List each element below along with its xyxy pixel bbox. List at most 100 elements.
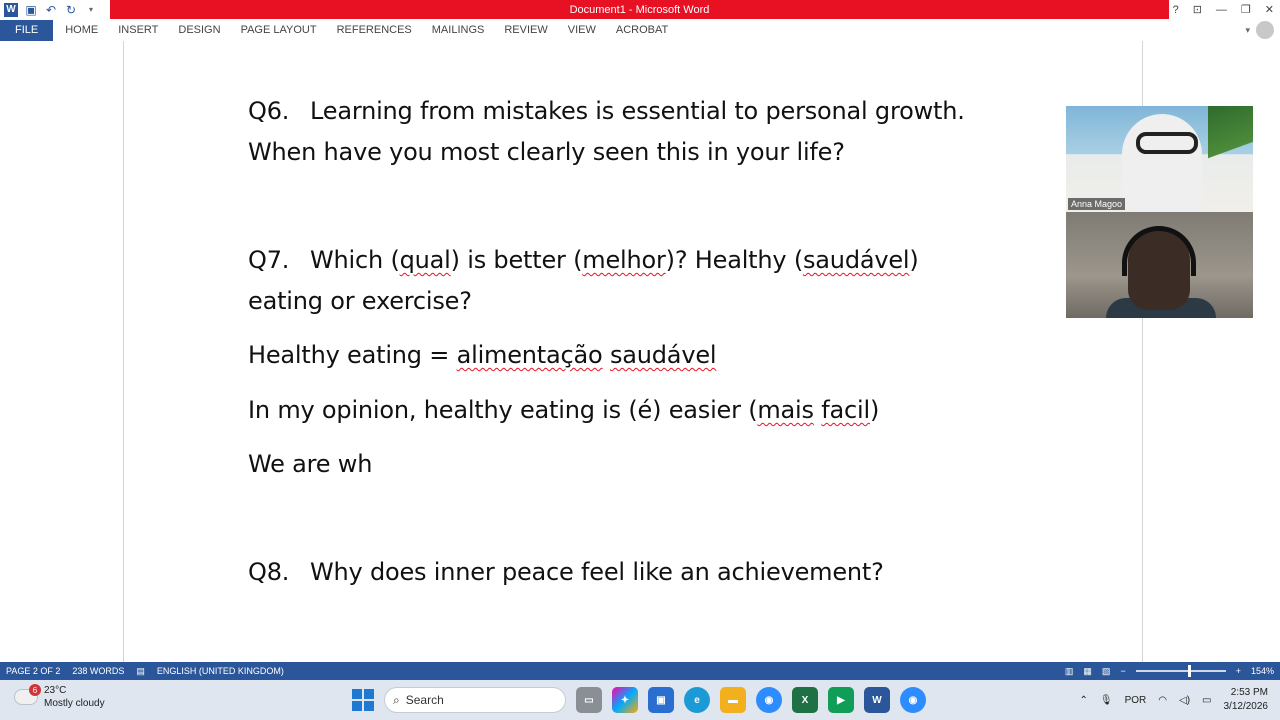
misspelled-word[interactable]: facil	[821, 396, 870, 424]
tab-file[interactable]: FILE	[0, 19, 54, 41]
participant-name-label: Anna Magoo	[1068, 198, 1126, 210]
clock-date: 3/12/2026	[1223, 701, 1269, 712]
headphones-icon	[1122, 226, 1196, 276]
weather-temp: 23°C	[44, 685, 67, 696]
taskbar-apps: ⌕ Search ▭ ✦ ▣ e ▬ ◉ X ▶ W ◉	[352, 684, 926, 716]
quick-access-toolbar: W ▣ ↶ ↻ ▾	[0, 0, 98, 19]
excel-icon[interactable]: X	[792, 687, 818, 713]
question-number: Q7.	[248, 246, 290, 274]
misspelled-word[interactable]: melhor	[582, 246, 666, 274]
text-run: ) is better (	[450, 246, 583, 274]
tab-references[interactable]: REFERENCES	[327, 19, 422, 41]
document-page[interactable]: Q6. Learning from mistakes is essential t…	[123, 41, 1143, 662]
battery-icon[interactable]: ▭	[1202, 695, 1211, 706]
text-run: )	[909, 246, 919, 274]
search-input[interactable]: ⌕ Search	[384, 687, 566, 713]
text-run: Which (	[310, 246, 400, 274]
zoom-out-icon[interactable]: −	[1120, 666, 1125, 676]
zoom-level[interactable]: 154%	[1251, 666, 1274, 676]
background-palm	[1208, 106, 1253, 176]
undo-icon[interactable]: ↶	[44, 3, 58, 17]
misspelled-word[interactable]: qual	[400, 246, 451, 274]
print-layout-icon[interactable]: ▦	[1083, 666, 1092, 677]
clock[interactable]: 2:53 PM 3/12/2026	[1224, 686, 1269, 714]
tab-acrobat[interactable]: ACROBAT	[606, 19, 678, 41]
tab-insert[interactable]: INSERT	[108, 19, 168, 41]
task-view-icon[interactable]: ▭	[576, 687, 602, 713]
participant-image	[1122, 114, 1202, 212]
tab-page-layout[interactable]: PAGE LAYOUT	[231, 19, 327, 41]
save-icon[interactable]: ▣	[24, 3, 38, 17]
input-language[interactable]: POR	[1125, 695, 1147, 706]
paragraph-q6-line2: When have you most clearly seen this in …	[248, 138, 845, 166]
weather-widget[interactable]: 6 23°C Mostly cloudy	[14, 684, 105, 710]
paragraph-we-are: We are wh	[248, 450, 373, 478]
word-count[interactable]: 238 WORDS	[66, 666, 130, 676]
text-run	[603, 341, 610, 369]
proofing-icon[interactable]: ▤	[130, 666, 151, 677]
tab-design[interactable]: DESIGN	[168, 19, 230, 41]
ribbon-display-icon[interactable]: ⊡	[1193, 3, 1202, 16]
text-run: )	[869, 396, 880, 424]
paragraph-q7-line1: Q7. Which (qual) is better (melhor)? Heal…	[248, 240, 919, 281]
sheets-icon[interactable]: ▶	[828, 687, 854, 713]
text-run: )? Healthy (	[665, 246, 804, 274]
copilot-icon[interactable]: ✦	[612, 687, 638, 713]
restore-icon[interactable]: ❐	[1241, 3, 1251, 16]
paragraph-q8: Q8. Why does inner peace feel like an ach…	[248, 552, 884, 593]
video-tile-participant-2[interactable]	[1066, 212, 1253, 318]
misspelled-word[interactable]: saudável	[803, 246, 910, 274]
chevron-up-icon[interactable]: ⌃	[1080, 695, 1088, 706]
window-controls: ? ⊡ — ❐ ✕	[1173, 0, 1280, 19]
web-layout-icon[interactable]: ▧	[1102, 666, 1111, 677]
word-app-icon[interactable]: W	[864, 687, 890, 713]
clock-time: 2:53 PM	[1230, 687, 1268, 698]
word-icon[interactable]: W	[4, 2, 18, 17]
tab-review[interactable]: REVIEW	[494, 19, 557, 41]
zoom-meeting-icon[interactable]: ◉	[900, 687, 926, 713]
title-bar: W ▣ ↶ ↻ ▾ Document1 - Microsoft Word ? ⊡…	[0, 0, 1280, 19]
search-placeholder: Search	[405, 693, 444, 707]
cloud-icon: 6	[14, 684, 41, 705]
customize-icon[interactable]: ▾	[84, 3, 98, 17]
close-icon[interactable]: ✕	[1265, 3, 1274, 16]
weather-condition: Mostly cloudy	[44, 698, 105, 709]
microphone-icon[interactable]: 🎙	[1100, 695, 1113, 706]
redo-icon[interactable]: ↻	[64, 3, 78, 17]
weather-text: 23°C Mostly cloudy	[44, 684, 105, 710]
search-icon: ⌕	[393, 692, 400, 707]
weather-badge: 6	[29, 684, 41, 696]
question-text: Learning from mistakes is essential to p…	[310, 97, 965, 125]
page-count[interactable]: PAGE 2 OF 2	[0, 666, 66, 676]
ribbon-tabs: FILE HOME INSERT DESIGN PAGE LAYOUT REFE…	[0, 19, 1280, 41]
chevron-down-icon[interactable]: ▾	[1245, 25, 1250, 36]
avatar[interactable]	[1256, 21, 1274, 39]
tab-home[interactable]: HOME	[55, 19, 108, 41]
minimize-icon[interactable]: —	[1216, 4, 1227, 16]
tab-mailings[interactable]: MAILINGS	[422, 19, 495, 41]
participant-glasses	[1136, 132, 1198, 154]
zoom-icon[interactable]: ◉	[756, 687, 782, 713]
question-number: Q8.	[248, 558, 290, 586]
video-tile-participant-1[interactable]: Anna Magoo	[1066, 106, 1253, 212]
zoom-slider-thumb[interactable]	[1187, 665, 1191, 677]
text-run: Healthy eating =	[248, 341, 457, 369]
view-zoom-controls: ▥ ▦ ▧ − + 154%	[1065, 662, 1274, 680]
status-bar: PAGE 2 OF 2 238 WORDS ▤ ENGLISH (UNITED …	[0, 662, 1280, 680]
windows-start-icon[interactable]	[352, 689, 374, 711]
folder-icon[interactable]: ▬	[720, 687, 746, 713]
volume-icon[interactable]: ◁)	[1179, 695, 1190, 706]
store-icon[interactable]: ▣	[648, 687, 674, 713]
tab-view[interactable]: VIEW	[558, 19, 606, 41]
misspelled-word[interactable]: mais	[757, 396, 814, 424]
text-run: In my opinion, healthy eating is (é) eas…	[248, 396, 758, 424]
help-icon[interactable]: ?	[1173, 4, 1179, 16]
misspelled-word[interactable]: alimentação	[457, 341, 603, 369]
edge-icon[interactable]: e	[684, 687, 710, 713]
misspelled-word[interactable]: saudável	[610, 341, 717, 369]
language-indicator[interactable]: ENGLISH (UNITED KINGDOM)	[151, 666, 290, 676]
wifi-icon[interactable]: ◠	[1158, 695, 1167, 706]
zoom-in-icon[interactable]: +	[1236, 666, 1241, 676]
read-mode-icon[interactable]: ▥	[1065, 666, 1074, 677]
zoom-slider[interactable]	[1135, 665, 1226, 677]
